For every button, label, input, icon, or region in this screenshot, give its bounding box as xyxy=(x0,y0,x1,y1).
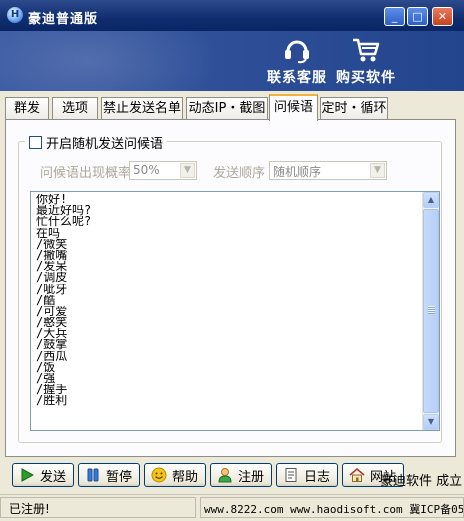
register-label: 注册 xyxy=(238,469,265,485)
chevron-down-icon: ▼ xyxy=(370,163,385,178)
status-right-pane: www.8222.com www.haodisoft.com 冀ICP备0500… xyxy=(200,497,464,518)
brand-overlay-text: 豪迪软件 成立 xyxy=(380,474,463,489)
probability-select[interactable]: 50% ▼ xyxy=(129,161,197,180)
home-icon xyxy=(348,466,366,484)
app-window: H 豪迪普通版 _ □ ✕ 联系客服 购买软件 群发 选项 禁止发送名单 动态I… xyxy=(0,0,464,521)
greeting-line: 你好! xyxy=(36,194,68,206)
help-label: 帮助 xyxy=(172,469,199,485)
greeting-lines: 你好! 最近好吗? 忙什么呢? 在吗 /微笑 /撇嘴 /发呆 /调皮 /呲牙 /… xyxy=(36,194,420,407)
maximize-button[interactable]: □ xyxy=(407,7,428,26)
pause-label: 暂停 xyxy=(106,469,133,485)
log-document-icon xyxy=(282,466,300,484)
minimize-button[interactable]: _ xyxy=(384,7,405,26)
log-button[interactable]: 日志 xyxy=(276,463,338,487)
enable-greeting-checkbox[interactable] xyxy=(29,136,42,149)
greeting-line: /酷 xyxy=(36,294,56,306)
tab-blocklist[interactable]: 禁止发送名单 xyxy=(101,97,183,120)
send-order-select[interactable]: 随机顺序 ▼ xyxy=(269,161,387,180)
send-button[interactable]: 发送 xyxy=(12,463,74,487)
log-label: 日志 xyxy=(304,469,331,485)
scroll-up-icon[interactable]: ▲ xyxy=(423,192,439,208)
status-bar: 已注册! www.8222.com www.haodisoft.com 冀ICP… xyxy=(0,494,464,521)
help-button[interactable]: 帮助 xyxy=(144,463,206,487)
headset-icon xyxy=(266,35,328,65)
greeting-line: /呲牙 xyxy=(36,283,68,295)
scroll-thumb[interactable] xyxy=(423,209,439,413)
status-left-pane: 已注册! xyxy=(0,497,196,518)
registration-status: 已注册! xyxy=(9,502,50,516)
send-label: 发送 xyxy=(40,469,67,485)
buy-software-button[interactable]: 购买软件 xyxy=(335,35,397,87)
greeting-text-area[interactable]: 你好! 最近好吗? 忙什么呢? 在吗 /微笑 /撇嘴 /发呆 /调皮 /呲牙 /… xyxy=(30,191,440,431)
header-banner: 联系客服 购买软件 xyxy=(0,31,464,91)
greeting-line: /发呆 xyxy=(36,261,68,273)
probability-label: 问候语出现概率 xyxy=(40,166,132,181)
probability-value: 50% xyxy=(133,163,160,177)
tab-timer-loop[interactable]: 定时・循环 xyxy=(320,97,388,120)
user-icon xyxy=(216,466,234,484)
close-button[interactable]: ✕ xyxy=(432,7,453,26)
window-title: 豪迪普通版 xyxy=(28,12,99,27)
greeting-line: /撇嘴 xyxy=(36,249,68,262)
tab-greetings[interactable]: 问候语 xyxy=(269,94,318,121)
action-button-row: 发送 暂停 帮助 注册 日志 网站 豪迪软件 成立 xyxy=(0,460,464,491)
send-order-value: 随机顺序 xyxy=(273,165,322,179)
buy-software-label: 购买软件 xyxy=(336,70,396,86)
play-icon xyxy=(18,466,36,484)
website-info-text: www.8222.com www.haodisoft.com 冀ICP备0500… xyxy=(204,503,464,516)
tab-bar: 群发 选项 禁止发送名单 动态IP・截图 问候语 定时・循环 xyxy=(0,91,464,121)
greeting-line: /西瓜 xyxy=(36,350,68,362)
scroll-down-icon[interactable]: ▼ xyxy=(423,414,439,430)
greeting-line: /调皮 xyxy=(36,272,68,284)
greeting-line: /胜利 xyxy=(36,395,68,407)
shopping-cart-icon xyxy=(335,35,397,65)
greeting-line: /强 xyxy=(36,373,56,385)
send-order-label: 发送顺序 xyxy=(213,166,266,181)
customer-service-label: 联系客服 xyxy=(267,70,327,86)
greeting-line: 忙什么呢? xyxy=(36,216,92,228)
register-button[interactable]: 注册 xyxy=(210,463,272,487)
grip-icon xyxy=(428,306,435,314)
app-logo-icon: H xyxy=(7,7,23,23)
enable-greeting-row[interactable]: 开启随机发送问候语 xyxy=(25,133,168,152)
greeting-panel: 开启随机发送问候语 问候语出现概率 50% ▼ 发送顺序 随机顺序 ▼ 你好! … xyxy=(5,119,456,457)
smiley-icon xyxy=(150,466,168,484)
greeting-line: 最近好吗? xyxy=(36,205,92,217)
vertical-scrollbar[interactable]: ▲ ▼ xyxy=(422,192,439,430)
chevron-down-icon: ▼ xyxy=(180,163,195,178)
greeting-line: /握手 xyxy=(36,384,68,396)
greeting-line: /大兵 xyxy=(36,328,68,340)
greeting-line: /可爱 xyxy=(36,305,68,318)
greeting-line: /鼓掌 xyxy=(36,339,68,351)
greeting-line: /微笑 xyxy=(36,238,68,250)
tab-mass-send[interactable]: 群发 xyxy=(5,97,49,120)
greeting-line: /饭 xyxy=(36,361,56,373)
enable-greeting-label: 开启随机发送问候语 xyxy=(46,137,164,152)
greeting-line: 在吗 xyxy=(36,227,61,239)
tab-dynamic-ip-screenshot[interactable]: 动态IP・截图 xyxy=(186,97,268,120)
customer-service-button[interactable]: 联系客服 xyxy=(266,35,328,87)
title-bar[interactable]: H 豪迪普通版 _ □ ✕ xyxy=(0,0,464,31)
tab-options[interactable]: 选项 xyxy=(52,97,98,120)
pause-icon xyxy=(84,466,102,484)
greeting-line: /憨笑 xyxy=(36,317,68,329)
pause-button[interactable]: 暂停 xyxy=(78,463,140,487)
